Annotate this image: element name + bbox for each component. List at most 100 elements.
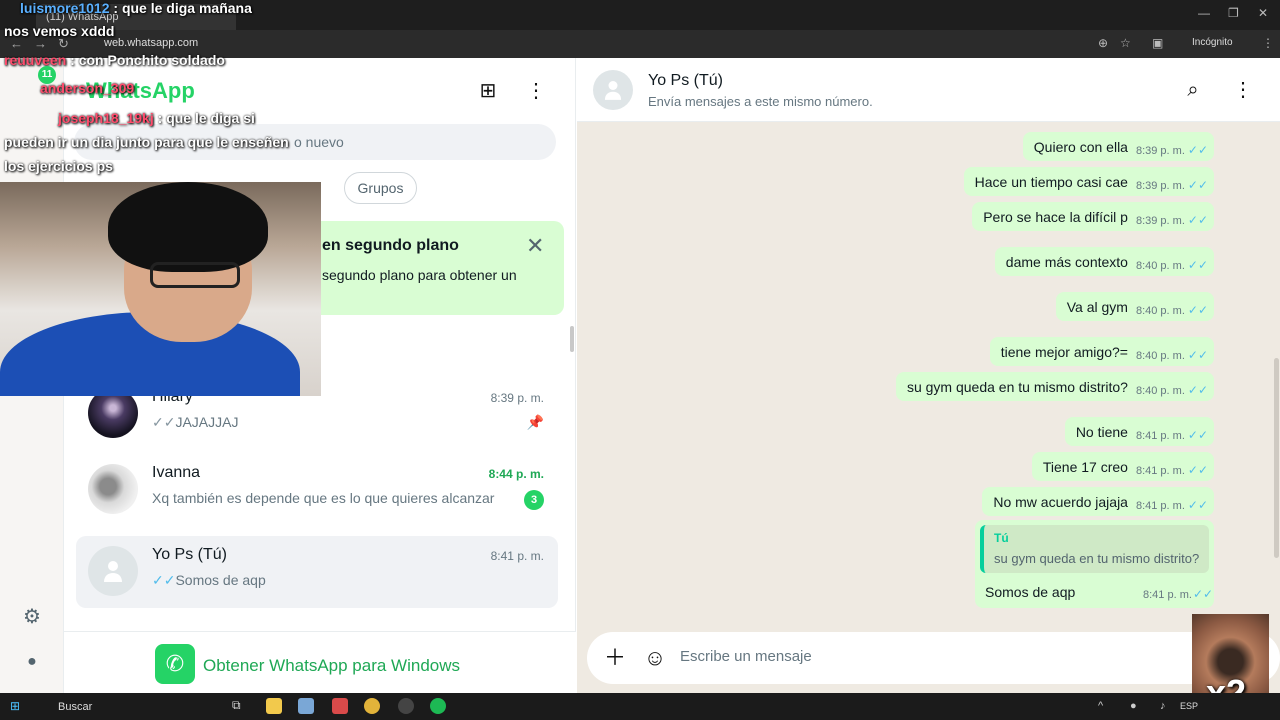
stream-chat-line: los ejercicios ps xyxy=(4,158,113,174)
get-app-link[interactable]: Obtener WhatsApp para Windows xyxy=(203,656,460,676)
chat-name: Yo Ps (Tú) xyxy=(152,546,227,563)
double-tick-icon: ✓✓ xyxy=(1187,258,1208,272)
restore-icon[interactable]: ❐ xyxy=(1228,6,1239,20)
taskbar-search[interactable]: Buscar xyxy=(34,696,224,717)
reply-text: Somos de aqp xyxy=(985,584,1076,600)
minimize-icon[interactable]: — xyxy=(1198,6,1210,20)
chat-list-scrollbar[interactable] xyxy=(570,326,574,352)
whatsapp-logo-icon: ✆ xyxy=(155,644,195,684)
profile-icon[interactable]: ● xyxy=(20,650,44,674)
obs-icon[interactable] xyxy=(398,698,414,714)
message-bubble[interactable]: No tiene 8:41 p. m. ✓✓ xyxy=(1064,417,1214,446)
browser-menu-icon[interactable]: ⋮ xyxy=(1262,36,1274,50)
conversation-panel: Yo Ps (Tú) Envía mensajes a este mismo n… xyxy=(577,58,1280,693)
double-tick-icon: ✓✓ xyxy=(1187,213,1208,227)
chat-time: 8:41 p. m. xyxy=(490,549,544,563)
chrome-icon[interactable] xyxy=(364,698,380,714)
language-indicator[interactable]: ESP xyxy=(1180,701,1198,711)
stream-chat-line: anderson_309 xyxy=(40,80,135,96)
unread-badge: 3 xyxy=(524,490,544,510)
menu-icon[interactable]: ⋮ xyxy=(523,78,549,104)
chat-name: Ivanna xyxy=(152,464,201,481)
avatar xyxy=(88,464,138,514)
chat-preview: Somos de aqp xyxy=(175,572,266,588)
contact-subtitle: Envía mensajes a este mismo número. xyxy=(648,94,873,109)
message-bubble[interactable]: Va al gym 8:40 p. m. ✓✓ xyxy=(1055,292,1214,321)
stream-chat-line: nos vemos xddd xyxy=(4,23,115,39)
avatar xyxy=(88,546,138,596)
app-icon[interactable] xyxy=(332,698,348,714)
chat-time: 8:44 p. m. xyxy=(488,467,544,481)
quoted-text: su gym queda en tu mismo distrito? xyxy=(994,551,1200,566)
conversation-header[interactable]: Yo Ps (Tú) Envía mensajes a este mismo n… xyxy=(577,58,1280,122)
reply-message-bubble[interactable]: Tú su gym queda en tu mismo distrito? So… xyxy=(975,520,1214,608)
windows-taskbar: ⊞ Buscar ⧉ ^ ● ♪ ESP xyxy=(0,693,1280,720)
avatar[interactable] xyxy=(593,70,633,110)
pin-icon: 📌 xyxy=(526,414,544,430)
double-tick-icon: ✓✓ xyxy=(1187,348,1208,362)
quoted-message[interactable]: Tú su gym queda en tu mismo distrito? xyxy=(980,525,1209,573)
chat-row-ivanna[interactable]: Ivanna 8:44 p. m. Xq también es depende … xyxy=(76,454,558,526)
stream-chat-line: pueden ir un dia junto para que le enseñ… xyxy=(4,134,289,150)
new-chat-icon[interactable]: ⊞ xyxy=(475,78,501,104)
chat-time: 8:39 p. m. xyxy=(490,391,544,405)
bookmark-star-icon[interactable]: ☆ xyxy=(1120,36,1131,50)
close-icon[interactable]: ✕ xyxy=(526,233,544,259)
streamer-webcam xyxy=(0,182,321,396)
filter-chip-grupos[interactable]: Grupos xyxy=(344,172,417,204)
stream-chat-line: luismore1012 : que le diga mañana xyxy=(20,0,252,16)
incognito-badge[interactable]: Incógnito xyxy=(1192,37,1233,48)
double-tick-icon: ✓✓ xyxy=(152,572,176,588)
message-input[interactable]: Escribe un mensaje xyxy=(680,648,812,665)
menu-icon[interactable]: ⋮ xyxy=(1230,77,1256,103)
settings-icon[interactable]: ⚙ xyxy=(20,605,44,629)
message-bubble[interactable]: tiene mejor amigo?= 8:40 p. m. ✓✓ xyxy=(989,337,1214,366)
windows-start-icon[interactable]: ⊞ xyxy=(10,699,24,713)
zoom-icon[interactable]: ⊕ xyxy=(1098,36,1108,50)
banner-text: segundo plano para obtener un xyxy=(322,267,517,283)
person-icon xyxy=(604,81,622,100)
quoted-author: Tú xyxy=(994,531,1009,545)
double-tick-icon: ✓✓ xyxy=(1187,498,1208,512)
chat-row-yo-ps[interactable]: Yo Ps (Tú) 8:41 p. m. ✓✓Somos de aqp xyxy=(76,536,558,608)
double-tick-icon: ✓✓ xyxy=(1187,428,1208,442)
sticker-icon[interactable]: ☺ xyxy=(642,645,668,671)
extensions-icon[interactable]: ▣ xyxy=(1152,36,1163,50)
message-bubble[interactable]: su gym queda en tu mismo distrito? 8:40 p… xyxy=(895,372,1214,401)
double-tick-icon: ✓✓ xyxy=(1187,303,1208,317)
double-tick-icon: ✓✓ xyxy=(1187,463,1208,477)
message-bubble[interactable]: Pero se hace la difícil p 8:39 p. m. ✓✓ xyxy=(972,202,1214,231)
double-tick-icon: ✓✓ xyxy=(1187,143,1208,157)
double-tick-icon: ✓✓ xyxy=(1187,178,1208,192)
task-view-icon[interactable]: ⧉ xyxy=(232,698,248,714)
spotify-icon[interactable] xyxy=(430,698,446,714)
get-app-bar[interactable]: ✆ Obtener WhatsApp para Windows xyxy=(64,631,576,693)
url-field[interactable]: web.whatsapp.com xyxy=(104,37,198,49)
file-explorer-icon[interactable] xyxy=(266,698,282,714)
app-icon[interactable] xyxy=(298,698,314,714)
message-time: 8:41 p. m. xyxy=(1143,589,1192,601)
conversation-scrollbar[interactable] xyxy=(1274,358,1279,558)
message-bubble[interactable]: Hace un tiempo casi cae 8:39 p. m. ✓✓ xyxy=(963,167,1214,196)
volume-icon[interactable]: ♪ xyxy=(1160,700,1166,712)
tray-chevron-icon[interactable]: ^ xyxy=(1098,700,1103,712)
unread-count-badge: 11 xyxy=(38,66,56,84)
search-icon[interactable]: ⌕ xyxy=(1180,77,1206,103)
stream-chat-line: joseph18_19kj : que le diga si xyxy=(58,110,255,126)
person-icon xyxy=(104,561,122,582)
message-bubble[interactable]: Quiero con ella 8:39 p. m. ✓✓ xyxy=(1022,132,1214,161)
stream-chat-line: reuuveen : con Ponchito soldado xyxy=(4,52,225,68)
chat-preview: JAJAJJAJ xyxy=(175,414,239,430)
message-composer: ＋ ☺ Escribe un mensaje xyxy=(587,632,1280,684)
double-tick-icon: ✓✓ xyxy=(1187,383,1208,397)
message-bubble[interactable]: No mw acuerdo jajaja 8:41 p. m. ✓✓ xyxy=(982,487,1214,516)
microphone-icon[interactable]: ● xyxy=(1130,700,1137,712)
attach-plus-icon[interactable]: ＋ xyxy=(602,645,628,671)
message-bubble[interactable]: Tiene 17 creo 8:41 p. m. ✓✓ xyxy=(1031,452,1214,481)
contact-name: Yo Ps (Tú) xyxy=(648,72,723,89)
banner-title: en segundo plano xyxy=(322,237,459,254)
double-tick-icon: ✓✓ xyxy=(152,414,176,430)
message-bubble[interactable]: dame más contexto 8:40 p. m. ✓✓ xyxy=(994,247,1214,276)
close-window-icon[interactable]: ✕ xyxy=(1258,6,1268,20)
double-tick-icon: ✓✓ xyxy=(1193,587,1214,601)
